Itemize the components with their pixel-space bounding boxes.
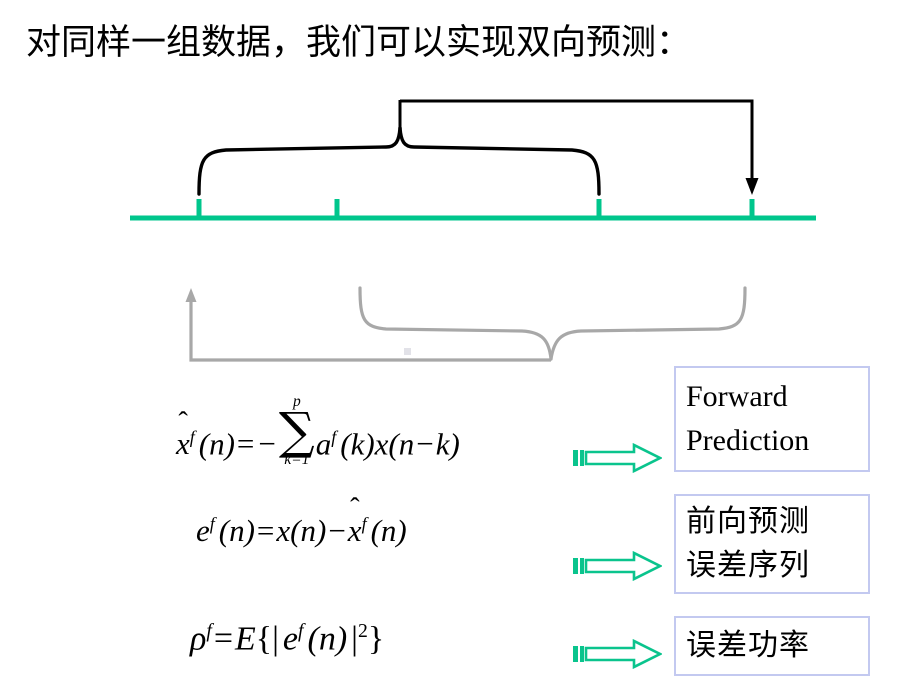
callout-forward-prediction-line-1: Forward [686,380,788,413]
forward-window-brace [197,100,601,196]
formula-error-power: ρf=E{| ef (n) |2} [190,620,385,658]
prediction-diagram [130,99,816,362]
formula-forward-error: ef (n)=x(n)−x ˆ f (n) [196,493,407,548]
callout-error-power: 误差功率 [674,616,870,676]
formula-2-text: e [196,513,210,548]
slide-canvas: 对同样一组数据，我们可以实现双向预测： x ˆ f (n)= − p ∑ k=1… [0,0,920,690]
callout-forward-prediction-line-2: Prediction [686,424,810,457]
green-block-arrow-3 [573,639,662,669]
formula-1-text: xˆ [176,406,190,462]
callout-error-power-line-1: 误差功率 [686,628,810,663]
callout-forward-prediction: Forward Prediction [674,366,870,472]
callout-forward-error-line-1: 前向预测 [686,504,810,539]
callout-forward-error-sequence: 前向预测 误差序列 [674,494,870,594]
green-block-arrow-1 [573,443,662,473]
data-sample-axis [130,199,816,221]
callout-forward-error-line-2: 误差序列 [686,548,810,583]
formula-forward-predictor: x ˆ f (n)= − p ∑ k=1 af (k)x(n−k) [176,393,460,468]
green-block-arrow-2 [573,551,662,581]
backward-window-brace [358,286,747,361]
formula-3-text: ρ [190,620,207,658]
